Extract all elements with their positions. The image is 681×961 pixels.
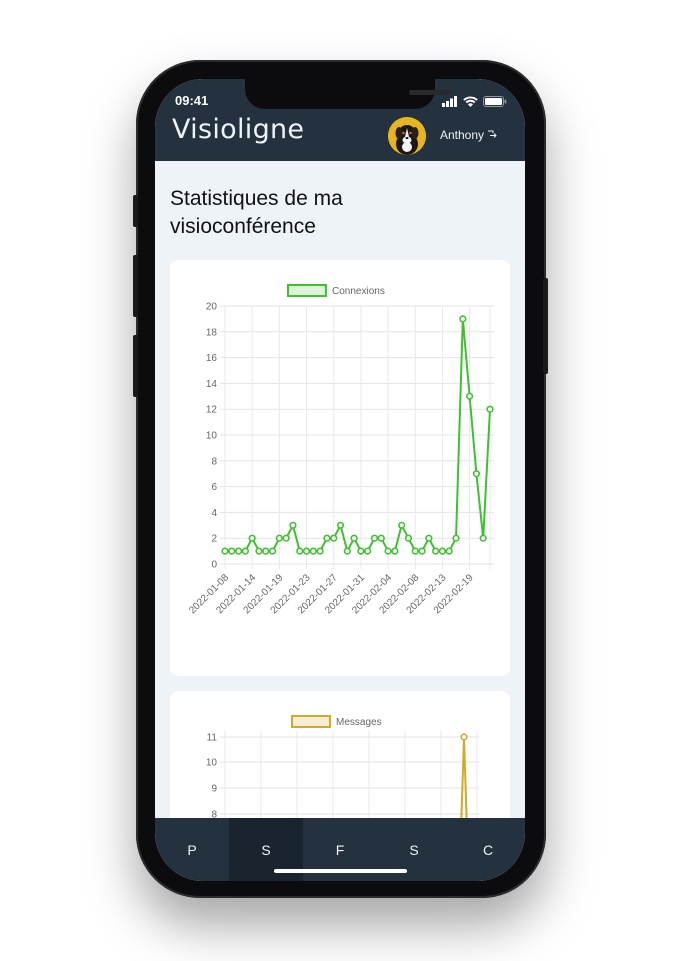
data-point	[302, 547, 311, 555]
home-indicator	[274, 869, 407, 873]
data-point	[370, 534, 379, 542]
y-tick-label: 14	[206, 379, 218, 390]
data-point	[391, 547, 399, 555]
data-point	[425, 534, 433, 542]
user-avatar[interactable]	[388, 117, 426, 155]
y-tick-label: 6	[211, 482, 217, 493]
data-point	[479, 534, 487, 542]
data-point	[364, 547, 372, 555]
data-point	[343, 547, 351, 555]
data-point	[282, 534, 290, 542]
messages-chart-card: Messages 11 10 9 8	[170, 691, 510, 832]
data-point	[350, 534, 358, 542]
data-point	[221, 547, 229, 555]
y-tick-label: 18	[206, 327, 218, 338]
data-point	[268, 547, 277, 555]
data-point	[384, 547, 392, 555]
app-screen: 09:41 Visioligne Anthony Statistiques de…	[155, 79, 525, 881]
data-point	[445, 547, 453, 555]
data-point	[418, 547, 426, 555]
y-tick-label: 0	[211, 560, 217, 571]
tab-p[interactable]: P	[155, 818, 229, 881]
battery-icon	[483, 96, 507, 107]
data-point	[234, 547, 243, 555]
data-point	[262, 547, 270, 555]
phone-volume-down-button	[133, 335, 138, 397]
data-point	[255, 547, 263, 555]
data-point	[248, 534, 256, 542]
app-title: Visioligne	[172, 114, 305, 145]
y-tick-label: 8	[211, 456, 217, 467]
phone-volume-up-button	[133, 255, 138, 317]
phone-power-button	[543, 278, 548, 374]
signal-icon	[442, 96, 457, 107]
notch	[245, 79, 451, 109]
data-point	[466, 392, 474, 400]
page-title: Statistiques de ma visioconférence	[170, 187, 343, 238]
y-tick-label: 20	[206, 302, 218, 313]
data-point	[404, 534, 413, 542]
logout-icon[interactable]	[487, 130, 498, 138]
data-point	[432, 547, 440, 555]
dog-avatar-image	[388, 117, 426, 155]
connexions-chart: Connexions024681012141618202022-01-08202…	[187, 284, 494, 616]
connexions-chart-card: Connexions 0 2 4 6 8 10 12 14 16 18 20 2022-01-08 202…	[170, 260, 510, 676]
app-header: 09:41 Visioligne Anthony	[155, 79, 525, 161]
data-point	[309, 547, 317, 555]
y-tick-label: 9	[211, 784, 217, 795]
data-point	[357, 547, 365, 555]
status-icons	[442, 95, 507, 107]
status-time: 09:41	[175, 93, 209, 108]
data-point	[296, 547, 304, 555]
data-point	[452, 534, 460, 542]
data-point	[398, 521, 406, 529]
y-tick-label: 4	[211, 508, 217, 519]
tab-c[interactable]: C	[451, 818, 525, 881]
legend-label-connexions: Connexions	[332, 286, 385, 297]
user-name: Anthony	[440, 128, 485, 142]
data-point	[377, 534, 385, 542]
data-point	[438, 547, 447, 555]
messages-chart: Messages111098	[206, 715, 479, 832]
data-point	[336, 521, 345, 529]
series-line-messages	[460, 736, 468, 832]
data-point	[289, 521, 297, 529]
y-tick-label: 16	[206, 353, 218, 364]
data-point	[460, 733, 468, 741]
y-tick-label: 10	[206, 431, 218, 442]
data-point	[486, 405, 494, 413]
legend-swatch-connexions	[287, 284, 327, 297]
user-name-link[interactable]: Anthony	[440, 128, 498, 142]
legend-swatch-messages	[291, 715, 331, 728]
y-tick-label: 2	[211, 534, 217, 545]
data-point	[330, 534, 338, 542]
data-point	[459, 315, 467, 323]
data-point	[275, 534, 283, 542]
data-point	[228, 547, 236, 555]
y-tick-label: 10	[206, 758, 218, 769]
y-tick-label: 12	[206, 405, 218, 416]
data-point	[323, 534, 331, 542]
data-point	[316, 547, 324, 555]
phone-side-button	[133, 195, 138, 227]
legend-label-messages: Messages	[336, 717, 382, 728]
wifi-icon	[463, 96, 478, 107]
data-point	[241, 547, 249, 555]
main-content: Statistiques de ma visioconférence Conne…	[155, 161, 525, 832]
data-point	[411, 547, 419, 555]
data-point	[472, 470, 481, 478]
y-tick-label: 11	[207, 733, 218, 744]
